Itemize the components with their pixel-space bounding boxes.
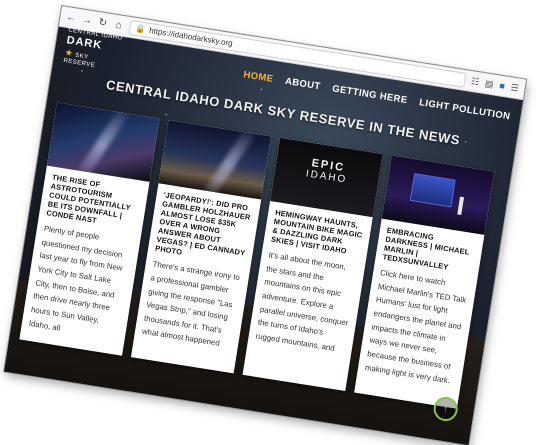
library-icon[interactable]: ☷ (470, 76, 481, 88)
arrow-up-icon: ↑ (442, 403, 450, 415)
milky-way-shape (71, 104, 132, 182)
card-excerpt: It's all about the moon, the stars and t… (255, 250, 349, 353)
forward-arrow-icon[interactable]: → (81, 14, 93, 26)
lock-icon: 🔒 (134, 23, 147, 34)
epic-idaho-logo: EPIC IDAHO (274, 152, 380, 191)
card-excerpt: There's a strange irony to a professiona… (141, 259, 241, 349)
milky-way-shape (198, 124, 259, 200)
home-icon[interactable]: ⌂ (113, 19, 125, 31)
nav-light-pollution[interactable]: LIGHT POLLUTION (418, 97, 511, 122)
speaker-figure (457, 196, 465, 216)
nav-home[interactable]: HOME (243, 69, 274, 85)
stage-screen (409, 173, 456, 208)
menu-icon[interactable]: ☰ (510, 82, 520, 94)
website-viewport: CENTRAL IDAHO DARK ★ SKY RESERVE HOME AB… (4, 26, 523, 445)
reload-icon[interactable]: ↻ (97, 16, 109, 29)
card-excerpt: Plenty of people questioned my decision … (28, 224, 124, 333)
star-icon: ★ (64, 46, 75, 59)
card-excerpt: Click here to watch Michael Marlin's TED… (364, 268, 467, 385)
sidebar-icon[interactable]: ▤ (484, 78, 494, 90)
nav-getting-here[interactable]: GETTING HERE (331, 83, 408, 106)
nav-about[interactable]: ABOUT (284, 75, 321, 91)
browser-window: ← → ↻ ⌂ 🔒 https://idahodarksky.org ☷ ▤ ■… (4, 6, 527, 445)
back-arrow-icon[interactable]: ← (66, 11, 78, 23)
extension-icon[interactable]: ■ (499, 80, 506, 91)
